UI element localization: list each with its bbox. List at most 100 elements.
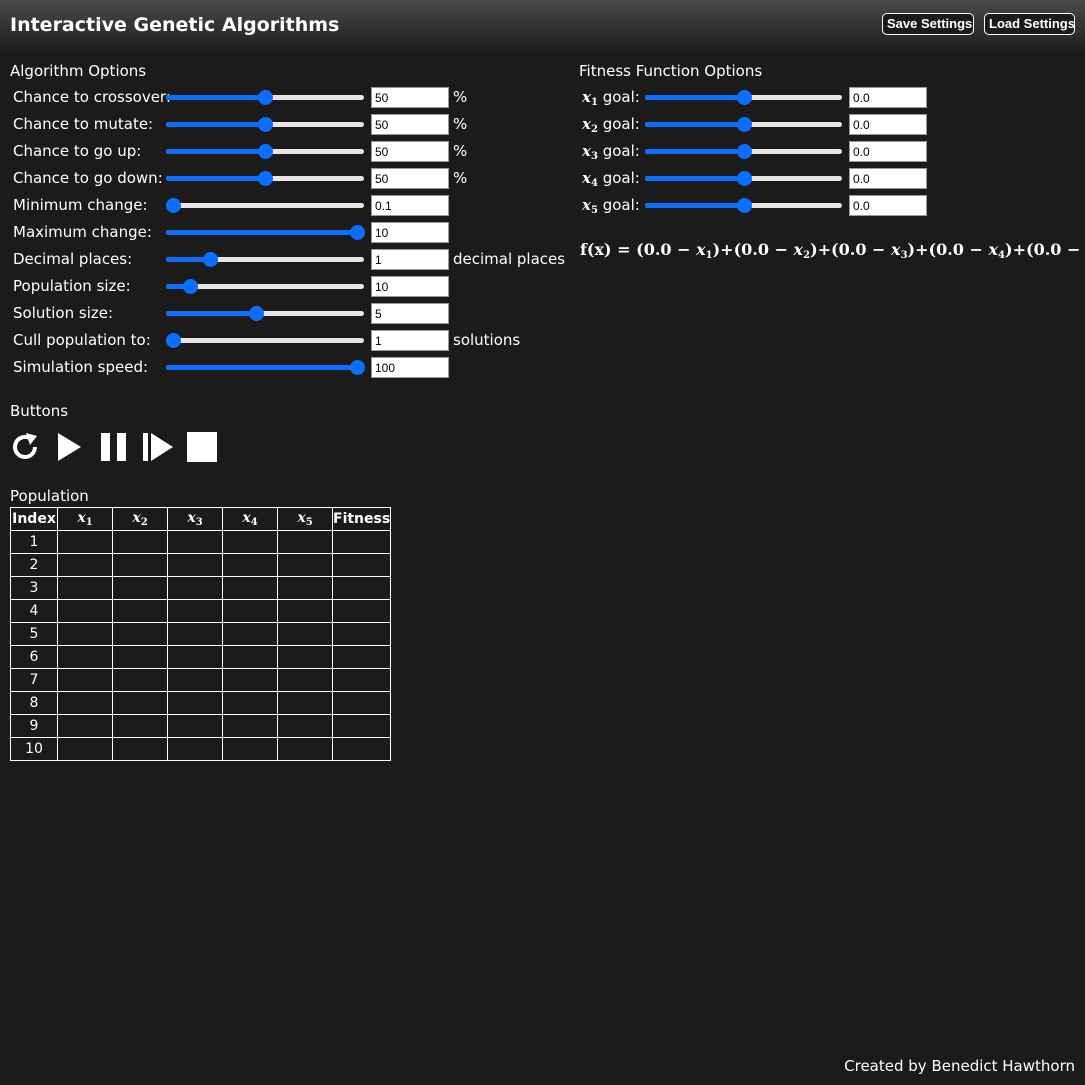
- option-row-minimum-change: Minimum change:: [13, 195, 573, 216]
- goal-input-x1[interactable]: [849, 87, 927, 108]
- formula-subscript: 1: [705, 250, 713, 261]
- slider-chance-to-mutate[interactable]: [166, 117, 364, 132]
- formula-lhs: f(x) =: [580, 240, 637, 259]
- table-cell: [331, 530, 392, 554]
- table-cell: [167, 645, 223, 669]
- slider-thumb[interactable]: [203, 252, 218, 267]
- play-icon[interactable]: [54, 431, 86, 463]
- option-row-cull-population-to: Cull population to: solutions: [13, 330, 573, 351]
- goal-input-x3[interactable]: [849, 141, 927, 162]
- input-maximum-change[interactable]: [371, 222, 449, 243]
- goal-row-x4: x4 goal:: [582, 168, 932, 189]
- slider-thumb[interactable]: [258, 117, 273, 132]
- table-cell: [277, 599, 333, 623]
- goal-slider-x1[interactable]: [645, 90, 842, 105]
- slider-fill: [166, 365, 357, 370]
- option-row-chance-to-mutate: Chance to mutate:%: [13, 114, 573, 135]
- goal-slider-x4[interactable]: [645, 171, 842, 186]
- slider-thumb[interactable]: [166, 198, 181, 213]
- option-row-chance-to-go-down: Chance to go down:%: [13, 168, 573, 189]
- input-cull-population-to[interactable]: [371, 330, 449, 351]
- slider-thumb[interactable]: [183, 279, 198, 294]
- option-label-simulation-speed: Simulation speed:: [13, 358, 149, 376]
- slider-population-size[interactable]: [166, 279, 364, 294]
- table-cell: [222, 530, 278, 554]
- slider-thumb[interactable]: [737, 90, 752, 105]
- step-icon[interactable]: [142, 431, 174, 463]
- slider-solution-size[interactable]: [166, 306, 364, 321]
- goal-slider-x5[interactable]: [645, 198, 842, 213]
- formula-var: x: [891, 240, 901, 259]
- slider-thumb[interactable]: [737, 144, 752, 159]
- slider-thumb[interactable]: [350, 360, 365, 375]
- slider-thumb[interactable]: [258, 90, 273, 105]
- pause-icon[interactable]: [98, 431, 130, 463]
- table-cell: [331, 645, 392, 669]
- table-cell: [112, 691, 168, 715]
- slider-thumb[interactable]: [737, 117, 752, 132]
- input-decimal-places[interactable]: [371, 249, 449, 270]
- slider-cull-population-to[interactable]: [166, 333, 364, 348]
- goal-suffix: goal:: [597, 169, 640, 187]
- row-index: 7: [10, 668, 58, 692]
- formula-subscript: 4: [998, 250, 1005, 261]
- goal-slider-x3[interactable]: [645, 144, 842, 159]
- slider-thumb[interactable]: [249, 306, 264, 321]
- table-cell: [57, 737, 113, 761]
- table-cell: [112, 599, 168, 623]
- slider-thumb[interactable]: [258, 171, 273, 186]
- option-row-simulation-speed: Simulation speed:: [13, 357, 573, 378]
- table-cell: [167, 737, 223, 761]
- slider-simulation-speed[interactable]: [166, 360, 365, 375]
- slider-thumb[interactable]: [737, 198, 752, 213]
- table-cell: [112, 576, 168, 600]
- math-var: x: [187, 510, 196, 526]
- goal-input-x2[interactable]: [849, 114, 927, 135]
- input-minimum-change[interactable]: [371, 195, 449, 216]
- table-cell: [331, 599, 392, 623]
- slider-thumb[interactable]: [350, 225, 365, 240]
- slider-thumb[interactable]: [166, 333, 181, 348]
- goal-input-x5[interactable]: [849, 195, 927, 216]
- population-table: Index x1 x2 x3 x4 x5 Fitness 1 2 3 4 5 6 7 8 9 10: [10, 507, 392, 761]
- slider-thumb[interactable]: [258, 144, 273, 159]
- stop-icon[interactable]: [186, 431, 218, 463]
- save-settings-button[interactable]: Save Settings: [882, 13, 974, 35]
- goal-slider-x2[interactable]: [645, 117, 842, 132]
- math-subscript: 2: [140, 517, 148, 528]
- goal-row-x2: x2 goal:: [582, 114, 932, 135]
- input-chance-to-go-down[interactable]: [371, 168, 449, 189]
- column-header: x2: [112, 507, 168, 531]
- input-population-size[interactable]: [371, 276, 449, 297]
- table-cell: [222, 622, 278, 646]
- input-chance-to-go-up[interactable]: [371, 141, 449, 162]
- slider-chance-to-crossover[interactable]: [166, 90, 364, 105]
- slider-minimum-change[interactable]: [166, 198, 364, 213]
- reset-icon[interactable]: [9, 431, 41, 463]
- table-cell: [57, 599, 113, 623]
- formula-paren: ): [810, 240, 818, 259]
- input-simulation-speed[interactable]: [371, 357, 449, 378]
- table-cell: [112, 645, 168, 669]
- option-label-minimum-change: Minimum change:: [13, 196, 148, 214]
- slider-chance-to-go-down[interactable]: [166, 171, 364, 186]
- goal-input-x4[interactable]: [849, 168, 927, 189]
- table-cell: [277, 576, 333, 600]
- slider-chance-to-go-up[interactable]: [166, 144, 364, 159]
- table-cell: [222, 737, 278, 761]
- slider-thumb[interactable]: [737, 171, 752, 186]
- table-cell: [57, 622, 113, 646]
- slider-decimal-places[interactable]: [166, 252, 364, 267]
- row-index: 4: [10, 599, 58, 623]
- formula-minus: −: [1061, 240, 1085, 259]
- footer-credit: Created by Benedict Hawthorn: [844, 1057, 1075, 1075]
- slider-maximum-change[interactable]: [166, 225, 365, 240]
- goal-label: x2 goal:: [582, 114, 640, 140]
- input-chance-to-crossover[interactable]: [371, 87, 449, 108]
- formula-paren: (: [636, 240, 644, 259]
- input-solution-size[interactable]: [371, 303, 449, 324]
- load-settings-button[interactable]: Load Settings: [984, 13, 1075, 35]
- input-chance-to-mutate[interactable]: [371, 114, 449, 135]
- math-var: x: [297, 510, 306, 526]
- table-cell: [277, 691, 333, 715]
